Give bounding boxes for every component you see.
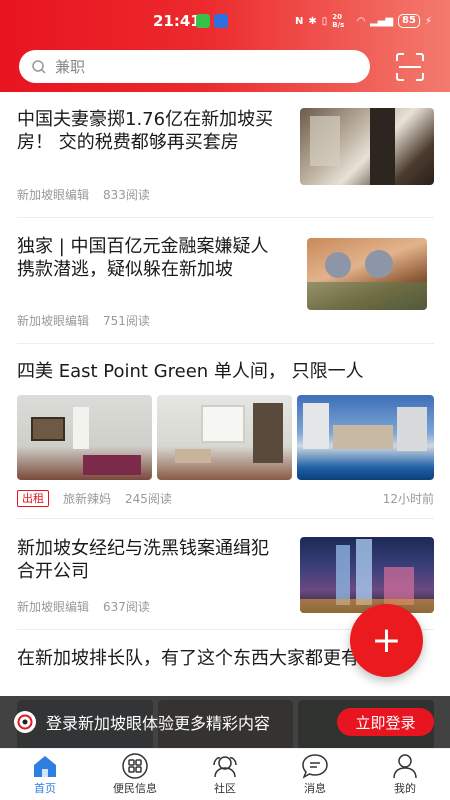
message-icon [302, 754, 328, 779]
article-meta: 新加坡眼编辑 637阅读 [17, 598, 150, 615]
search-icon [32, 59, 46, 74]
article-reads: 751阅读 [103, 314, 150, 328]
article-title: 四美 East Point Green 单人间， 只限一人 [17, 361, 364, 382]
nav-item-profile[interactable]: 我的 [360, 749, 450, 800]
listing-photo-3 [297, 395, 434, 480]
article-author: 旅新辣妈 [63, 492, 112, 506]
login-banner: 登录新加坡眼体验更多精彩内容 立即登录 [0, 696, 450, 748]
article-reads: 245阅读 [125, 492, 172, 506]
article-reads: 833阅读 [103, 188, 150, 202]
search-placeholder: 兼职 [55, 58, 86, 76]
bluetooth-icon: ✱ [308, 15, 317, 27]
community-icon [213, 756, 237, 778]
net-speed: 20 B/s [332, 13, 345, 29]
bottom-nav: 首页 便民信息 社区 消息 我的 [0, 748, 450, 800]
login-button[interactable]: 立即登录 [337, 708, 434, 736]
nav-label: 首页 [34, 782, 56, 795]
system-icons: N ✱ ▯ 20 B/s ◠ ▂▄▆ 85 ⚡ [295, 13, 432, 29]
nav-item-home[interactable]: 首页 [0, 749, 90, 800]
app-header: 21:41 N ✱ ▯ 20 B/s ◠ ▂▄▆ 85 ⚡ 兼职 [0, 0, 450, 92]
search-input[interactable]: 兼职 [19, 50, 370, 83]
article-title: 新加坡女经纪与洗黑钱案通缉犯合开公司 [17, 538, 269, 582]
article-thumbnail [307, 238, 427, 310]
status-bar: 21:41 N ✱ ▯ 20 B/s ◠ ▂▄▆ 85 ⚡ [0, 0, 450, 44]
article-meta: 出租 旅新辣妈 245阅读 12小时前 [17, 490, 434, 507]
battery-indicator: 85 [398, 14, 420, 28]
nav-item-services[interactable]: 便民信息 [90, 749, 180, 800]
grid-icon [122, 753, 148, 779]
nav-label: 我的 [394, 782, 416, 795]
signal-icon: ▂▄▆ [369, 15, 394, 27]
home-icon [34, 756, 56, 777]
article-title: 中国夫妻豪掷1.76亿在新加坡买房！ 交的税费都够再买套房 [17, 109, 274, 153]
nfc-icon: N [294, 15, 304, 27]
listing-photo-2 [157, 395, 292, 480]
nav-item-community[interactable]: 社区 [180, 749, 270, 800]
nav-label: 便民信息 [113, 782, 157, 795]
nav-label: 消息 [304, 782, 326, 795]
nav-item-messages[interactable]: 消息 [270, 749, 360, 800]
login-prompt: 登录新加坡眼体验更多精彩内容 [46, 714, 271, 733]
article-thumbnail [300, 108, 434, 185]
scan-icon[interactable] [395, 52, 425, 82]
message-app-icon [214, 14, 228, 28]
article-item[interactable]: 中国夫妻豪掷1.76亿在新加坡买房！ 交的税费都够再买套房 新加坡眼编辑 833… [17, 92, 434, 218]
charging-icon: ⚡ [424, 15, 432, 27]
article-author: 新加坡眼编辑 [17, 188, 90, 202]
wechat-icon [196, 14, 210, 28]
article-meta: 新加坡眼编辑 833阅读 [17, 186, 150, 203]
nav-label: 社区 [214, 782, 236, 795]
add-post-button[interactable]: + [350, 604, 423, 677]
listing-photo-1 [17, 395, 152, 480]
article-author: 新加坡眼编辑 [17, 314, 90, 328]
article-reads: 637阅读 [103, 600, 150, 614]
app-logo-icon [14, 711, 36, 733]
status-time: 21:41 [153, 12, 201, 30]
article-time: 12小时前 [382, 492, 434, 506]
article-title: 独家 | 中国百亿元金融案嫌疑人携款潜逃，疑似躲在新加坡 [17, 236, 269, 280]
article-meta: 新加坡眼编辑 751阅读 [17, 312, 150, 329]
article-item[interactable]: 独家 | 中国百亿元金融案嫌疑人携款潜逃，疑似躲在新加坡 新加坡眼编辑 751阅… [17, 218, 434, 344]
article-item[interactable]: 四美 East Point Green 单人间， 只限一人 出租 旅新辣妈 24… [17, 344, 434, 519]
rental-tag: 出租 [17, 490, 49, 507]
vibrate-icon: ▯ [321, 15, 328, 27]
profile-icon [393, 754, 417, 779]
article-author: 新加坡眼编辑 [17, 600, 90, 614]
article-thumbnail [300, 537, 434, 613]
wifi-icon: ◠ [357, 15, 365, 27]
notification-icons [196, 14, 228, 28]
